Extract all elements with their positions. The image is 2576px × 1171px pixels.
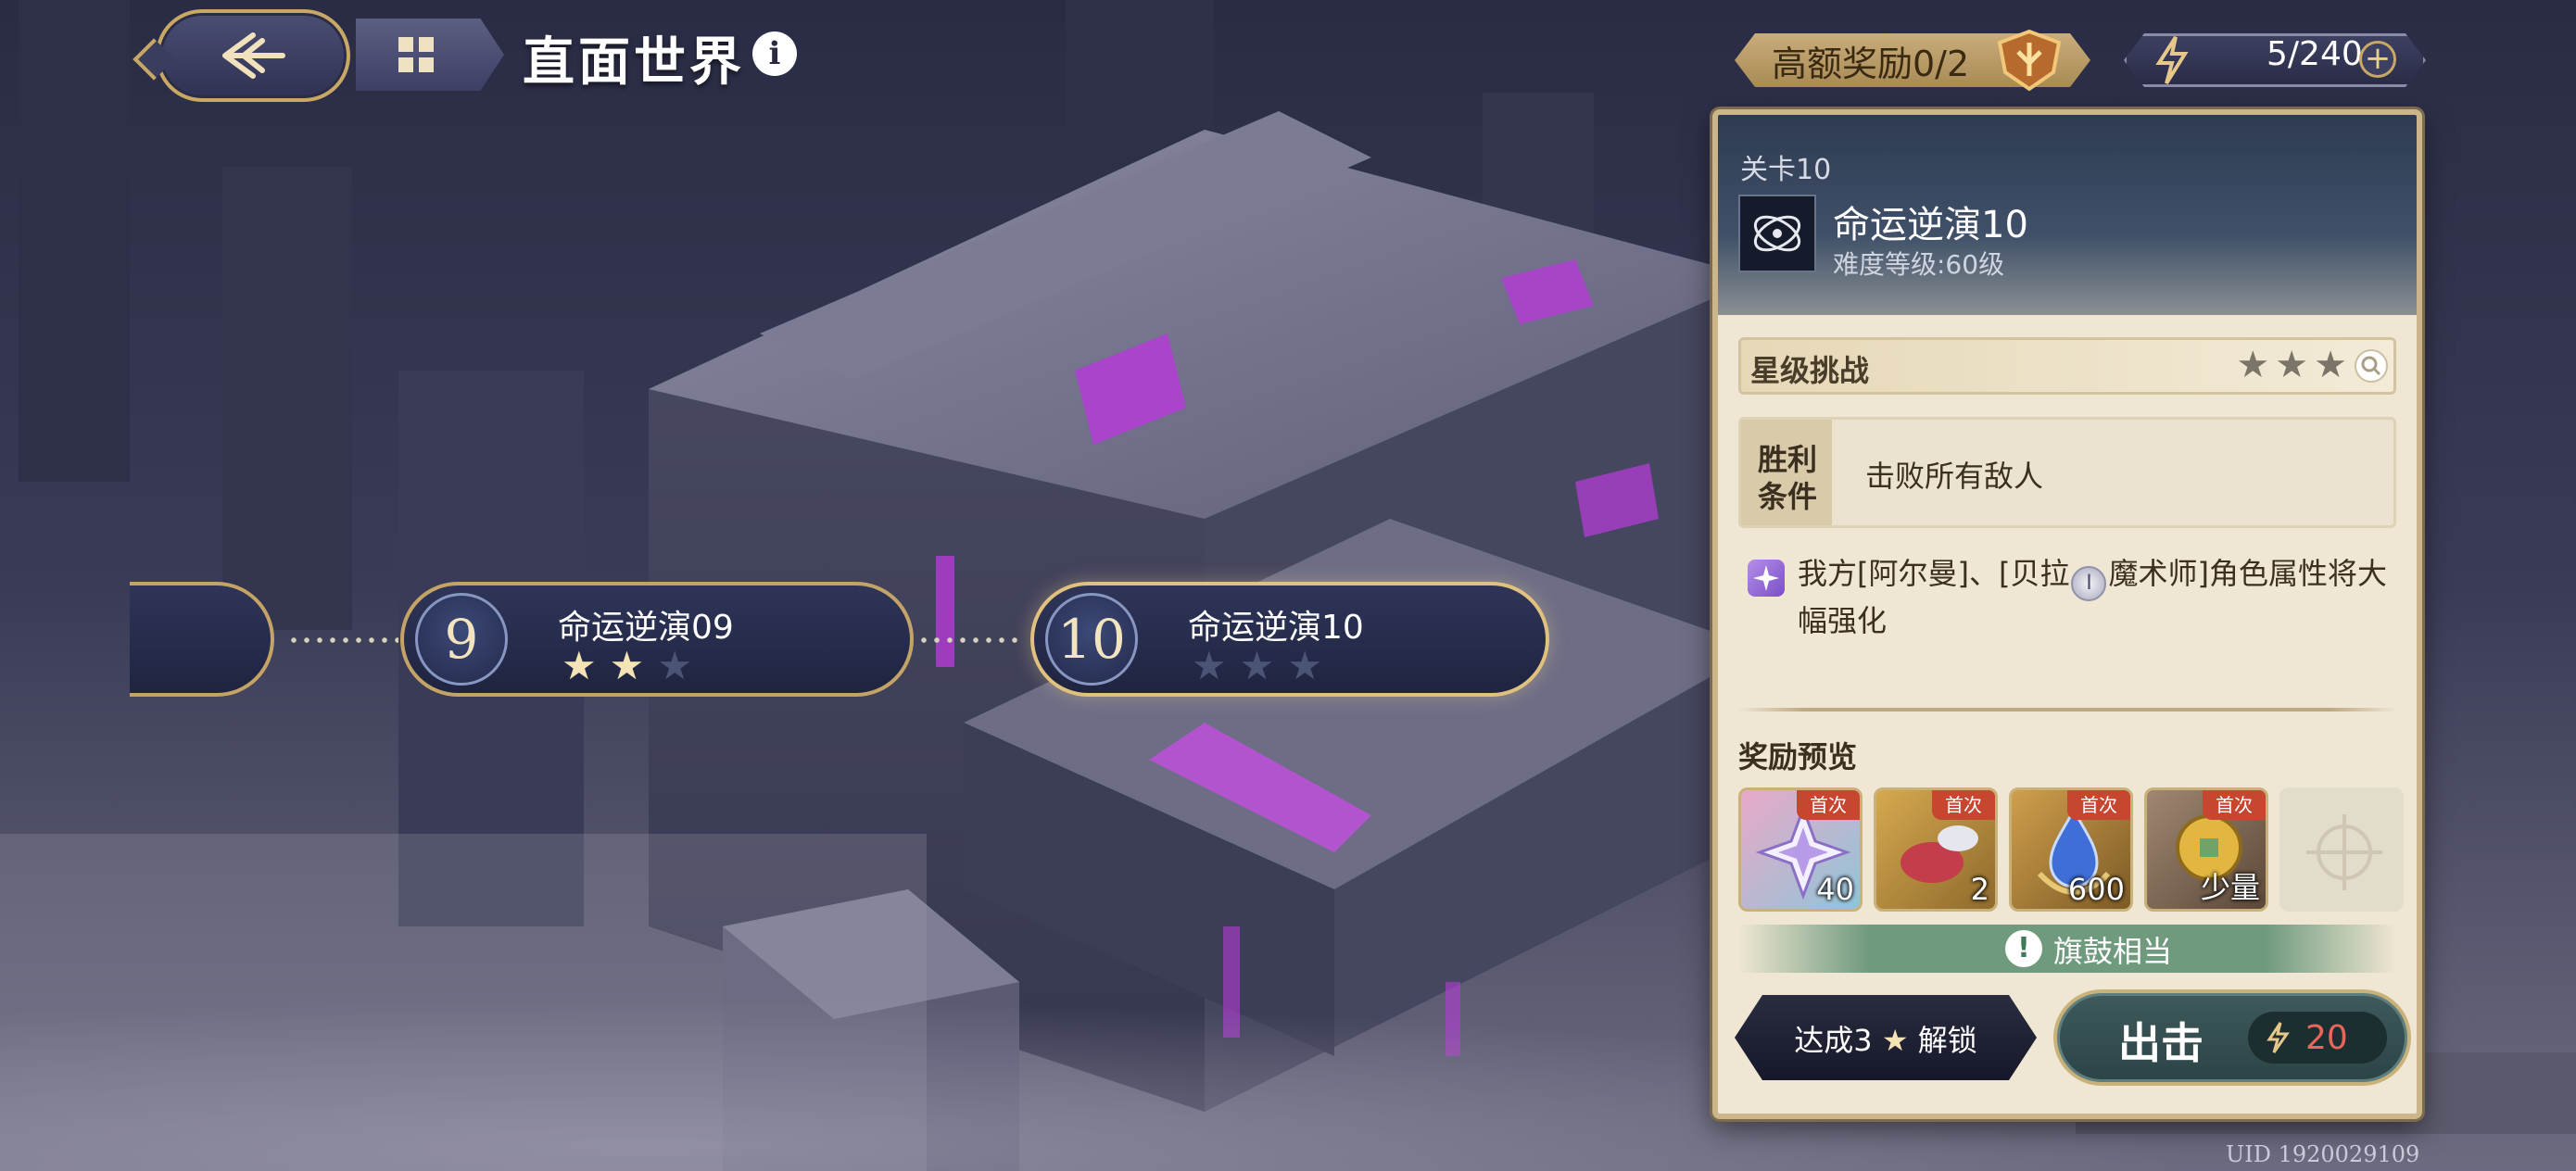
lightning-icon	[2155, 35, 2189, 85]
buff-description: 我方[阿尔曼]、[贝拉 I 魔术师]角色属性将大幅强化	[1798, 554, 2391, 640]
victory-text: 击败所有敌人	[1865, 459, 2044, 494]
reward-item-empty	[2279, 787, 2404, 912]
power-comparison-text: 旗鼓相当	[2053, 934, 2173, 969]
sortie-cost: 20	[2248, 1012, 2387, 1064]
buff-text-part1: 我方[阿尔曼]、[贝拉	[1798, 556, 2070, 591]
path-dots	[917, 637, 1019, 643]
star-filled-icon: ★	[609, 643, 645, 688]
reward-item-material[interactable]: 首次 2	[1874, 787, 1998, 912]
empty-slot-emblem-icon	[2306, 814, 2382, 890]
divider	[1738, 708, 2396, 711]
sortie-cost-value: 20	[2305, 1019, 2348, 1057]
star-icon: ★	[2275, 344, 2309, 386]
magnifier-icon[interactable]	[2355, 349, 2388, 383]
unlock-pre: 达成3	[1794, 1023, 1873, 1058]
back-button[interactable]	[156, 9, 350, 102]
unlock-post: 解锁	[1917, 1023, 1977, 1058]
reward-qty: 40	[1816, 872, 1854, 907]
info-icon[interactable]: i	[752, 31, 797, 76]
star-icon: ★	[1881, 1023, 1909, 1058]
high-reward-text: 高额奖励0/2	[1772, 43, 1970, 84]
star-empty-icon: ★	[1192, 643, 1227, 688]
star-empty-icon: ★	[1239, 643, 1275, 688]
stage-node-9[interactable]: 9 命运逆演09 ★ ★ ★	[400, 582, 914, 697]
stage-detail-panel: 关卡10 命运逆演10 难度等级:60级 星级挑战 ★ ★ ★ 胜利 条件 击败…	[1712, 109, 2422, 1119]
sparkle-buff-icon	[1748, 560, 1785, 597]
reward-qty: 600	[2067, 872, 2125, 907]
stage-node-previous[interactable]	[130, 582, 274, 697]
stage-emblem-icon	[1738, 195, 1816, 272]
stage-title: 命运逆演10	[1833, 204, 2028, 246]
stage-number-badge: 10	[1045, 593, 1138, 686]
add-energy-button[interactable]: +	[2359, 41, 2396, 78]
star-challenge-label: 星级挑战	[1750, 353, 1870, 388]
stage-number-badge: 9	[415, 593, 508, 686]
stage-node-10[interactable]: 10 命运逆演10 ★ ★ ★	[1030, 582, 1549, 697]
user-id: UID 1920029109	[2226, 1141, 2420, 1167]
star-icon: ★	[2314, 344, 2347, 386]
reward-qty: 2	[1970, 872, 1989, 907]
lightning-icon	[2267, 1022, 2290, 1053]
unlock-label: 达成3 ★ 解锁	[1735, 1017, 2037, 1060]
grid-map-icon	[398, 37, 434, 72]
star-icon: ★	[2236, 344, 2270, 386]
reward-item-crystal[interactable]: 首次 40	[1738, 787, 1863, 912]
victory-condition: 胜利 条件 击败所有敌人	[1738, 417, 2396, 528]
back-arrow-icon	[222, 32, 285, 79]
stage-number: 9	[444, 608, 479, 671]
stage-name: 命运逆演10	[1188, 609, 1364, 647]
panel-header	[1718, 115, 2417, 315]
path-dots	[287, 637, 398, 643]
stage-name: 命运逆演09	[558, 609, 734, 647]
reward-preview-title: 奖励预览	[1738, 739, 1858, 774]
alert-icon: !	[2005, 930, 2042, 967]
stage-stars: ★ ★ ★	[562, 647, 692, 686]
reward-item-gem[interactable]: 首次 600	[2009, 787, 2133, 912]
first-clear-tag: 首次	[1932, 790, 1995, 820]
first-clear-tag: 首次	[1797, 790, 1860, 820]
star-filled-icon: ★	[562, 643, 597, 688]
auto-unlock-button[interactable]: 达成3 ★ 解锁	[1735, 995, 2037, 1080]
first-clear-tag: 首次	[2203, 790, 2266, 820]
victory-tag: 胜利 条件	[1741, 420, 1832, 525]
sortie-label: 出击	[2118, 1018, 2203, 1068]
reward-qty: 少量	[2200, 870, 2260, 905]
level-label: 关卡10	[1740, 154, 1832, 186]
star-empty-icon: ★	[1287, 643, 1322, 688]
energy-value: 5/240	[2267, 35, 2363, 73]
star-challenge-stars: ★ ★ ★	[2236, 346, 2347, 384]
page-title: 直面世界	[523, 31, 745, 93]
reward-item-coin[interactable]: 首次 少量	[2144, 787, 2268, 912]
stage-stars: ★ ★ ★	[1192, 647, 1322, 686]
sortie-button[interactable]: 出击 20	[2053, 989, 2411, 1086]
star-empty-icon: ★	[657, 643, 692, 688]
star-challenge-row[interactable]: 星级挑战 ★ ★ ★	[1738, 337, 2396, 395]
first-clear-tag: 首次	[2067, 790, 2130, 820]
reward-shield-icon	[1997, 29, 2062, 92]
difficulty-level: 难度等级:60级	[1833, 249, 2005, 280]
victory-tag-line2: 条件	[1758, 479, 1818, 514]
rank-coin-icon: I	[2071, 566, 2107, 601]
stage-number: 10	[1057, 608, 1126, 671]
map-button[interactable]	[356, 19, 504, 91]
